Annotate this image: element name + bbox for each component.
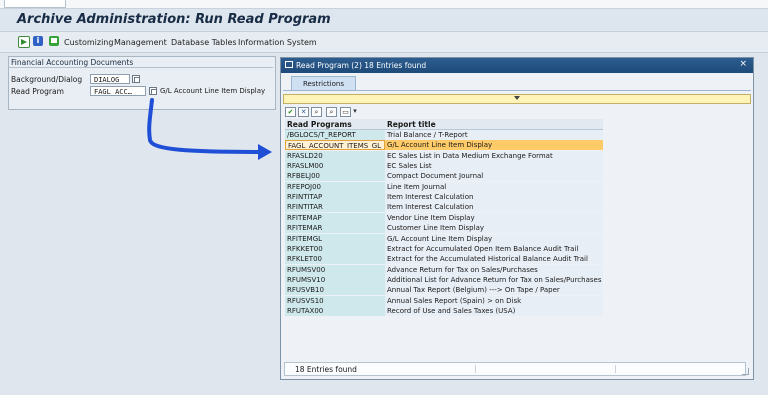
table-row[interactable]: RFINTITAP Item Interest Calculation <box>285 192 603 203</box>
read-program-cell: FAGL_ACCOUNT_ITEMS_GL <box>285 140 385 151</box>
read-program-cell: RFINTITAR <box>285 202 385 213</box>
report-title-cell: Item Interest Calculation <box>385 202 603 213</box>
read-program-cell: RFITEMGL <box>285 233 385 244</box>
read-program-label: Read Program <box>11 87 64 96</box>
menu-management[interactable]: Management <box>114 38 167 47</box>
status-separator <box>615 365 616 373</box>
execute-icon[interactable] <box>18 36 30 48</box>
table-row[interactable]: RFUTAX00 Record of Use and Sales Taxes (U… <box>285 305 603 316</box>
read-program-description: G/L Account Line Item Display <box>160 87 266 95</box>
read-program-cell: RFASLD20 <box>285 150 385 161</box>
tab-divider <box>283 90 751 91</box>
column-report-title[interactable]: Report title <box>387 120 436 129</box>
report-title-cell: Trial Balance / T-Report <box>385 130 603 140</box>
table-row[interactable]: RFUSVB10 Annual Tax Report (Belgium) --->… <box>285 285 603 296</box>
read-program-cell: RFASLM00 <box>285 161 385 172</box>
read-program-cell: RFKLET00 <box>285 254 385 265</box>
menu-information-system[interactable]: Information System <box>238 38 317 47</box>
column-read-programs[interactable]: Read Programs <box>287 120 352 129</box>
value-help-icon[interactable] <box>149 87 157 95</box>
close-icon[interactable]: × <box>739 59 747 69</box>
print-icon[interactable]: ▭ <box>340 107 351 117</box>
table-row[interactable]: RFASLD20 EC Sales List in Data Medium Exc… <box>285 150 603 161</box>
variants-icon[interactable] <box>49 36 59 46</box>
table-row[interactable]: RFITEMAR Customer Line Item Display <box>285 223 603 234</box>
read-program-cell: RFUMSV00 <box>285 264 385 275</box>
read-program-cell: RFBELJ00 <box>285 171 385 182</box>
report-title-cell: Record of Use and Sales Taxes (USA) <box>385 305 603 316</box>
read-program-cell: RFUSVB10 <box>285 285 385 296</box>
table-row[interactable]: RFUSVS10 Annual Sales Report (Spain) > on… <box>285 295 603 306</box>
report-title-cell: EC Sales List <box>385 161 603 172</box>
report-title-cell: Compact Document Journal <box>385 171 603 182</box>
info-icon[interactable]: i <box>33 36 43 46</box>
page-title: Archive Administration: Run Read Program <box>17 12 331 27</box>
report-title-cell: EC Sales List in Data Medium Exchange Fo… <box>385 150 603 161</box>
resize-grip[interactable] <box>742 368 749 375</box>
table-row[interactable]: RFBELJ00 Compact Document Journal <box>285 171 603 182</box>
expand-triangle-icon[interactable] <box>514 96 520 100</box>
table-row[interactable]: RFITEMAP Vendor Line Item Display <box>285 212 603 223</box>
value-help-dialog: Read Program (2) 18 Entries found × Rest… <box>280 57 754 380</box>
read-program-field[interactable]: FAGL_ACC… <box>90 86 146 96</box>
report-title-cell: Line Item Journal <box>385 181 603 192</box>
dialog-title: Read Program (2) 18 Entries found <box>296 61 427 70</box>
read-program-cell: RFKKET00 <box>285 243 385 254</box>
cancel-icon[interactable]: ✕ <box>298 107 309 117</box>
confirm-icon[interactable]: ✔ <box>285 107 296 117</box>
read-program-cell: RFEPOJ00 <box>285 181 385 192</box>
read-program-cell: RFUMSV10 <box>285 274 385 285</box>
table-row[interactable]: RFKLET00 Extract for the Accumulated Hist… <box>285 254 603 265</box>
dropdown-icon[interactable]: ▾ <box>352 107 358 117</box>
report-title-cell: G/L Account Line Item Display <box>385 140 603 151</box>
report-title-cell: Annual Sales Report (Spain) > on Disk <box>385 295 603 306</box>
status-separator <box>475 365 476 373</box>
report-title-cell: G/L Account Line Item Display <box>385 233 603 244</box>
dialog-title-bar: Read Program (2) 18 Entries found × <box>281 58 753 73</box>
report-title-cell: Customer Line Item Display <box>385 223 603 234</box>
menu-database-tables[interactable]: Database Tables <box>171 38 237 47</box>
report-title-cell: Annual Tax Report (Belgium) ---> On Tape… <box>385 285 603 296</box>
table-row[interactable]: RFUMSV10 Additional List for Advance Retu… <box>285 274 603 285</box>
find-next-icon[interactable]: ⌕ <box>326 107 337 117</box>
report-title-cell: Extract for the Accumulated Historical B… <box>385 254 603 265</box>
restrictions-toggle-bar[interactable] <box>283 94 751 104</box>
table-row[interactable]: RFASLM00 EC Sales List <box>285 161 603 172</box>
table-header: Read Programs Report title <box>285 119 603 130</box>
read-program-cell: RFITEMAP <box>285 212 385 223</box>
read-program-cell: RFINTITAP <box>285 192 385 203</box>
background-dialog-label: Background/Dialog <box>11 75 83 84</box>
status-bar: 18 Entries found <box>284 362 746 376</box>
dialog-icon <box>285 61 293 68</box>
table-row[interactable]: /BGLOCS/T_REPORT Trial Balance / T-Report <box>285 130 603 140</box>
report-title-cell: Vendor Line Item Display <box>385 212 603 223</box>
read-program-cell: RFUSVS10 <box>285 295 385 306</box>
tab-restrictions[interactable]: Restrictions <box>291 76 356 91</box>
table-row[interactable]: RFUMSV00 Advance Return for Tax on Sales/… <box>285 264 603 275</box>
command-field[interactable] <box>4 0 66 8</box>
read-program-cell: RFUTAX00 <box>285 305 385 316</box>
top-strip <box>0 0 768 9</box>
find-icon[interactable]: ⌕ <box>311 107 322 117</box>
entries-count: 18 Entries found <box>295 365 357 374</box>
table-row[interactable]: RFINTITAR Item Interest Calculation <box>285 202 603 213</box>
table-row[interactable]: RFITEMGL G/L Account Line Item Display <box>285 233 603 244</box>
report-title-cell: Extract for Accumulated Open Item Balanc… <box>385 243 603 254</box>
menu-customizing[interactable]: Customizing <box>64 38 113 47</box>
table-row[interactable]: FAGL_ACCOUNT_ITEMS_GL G/L Account Line It… <box>285 140 603 151</box>
read-program-cell: /BGLOCS/T_REPORT <box>285 130 385 140</box>
table-row[interactable]: RFKKET00 Extract for Accumulated Open Ite… <box>285 243 603 254</box>
group-divider <box>9 67 273 68</box>
background-dialog-field[interactable]: DIALOG <box>90 74 130 84</box>
value-help-icon[interactable] <box>132 75 140 83</box>
group-title: Financial Accounting Documents <box>11 58 134 67</box>
read-program-cell: RFITEMAR <box>285 223 385 234</box>
table-row[interactable]: RFEPOJ00 Line Item Journal <box>285 181 603 192</box>
report-title-cell: Item Interest Calculation <box>385 192 603 203</box>
report-title-cell: Advance Return for Tax on Sales/Purchase… <box>385 264 603 275</box>
report-title-cell: Additional List for Advance Return for T… <box>385 274 603 285</box>
